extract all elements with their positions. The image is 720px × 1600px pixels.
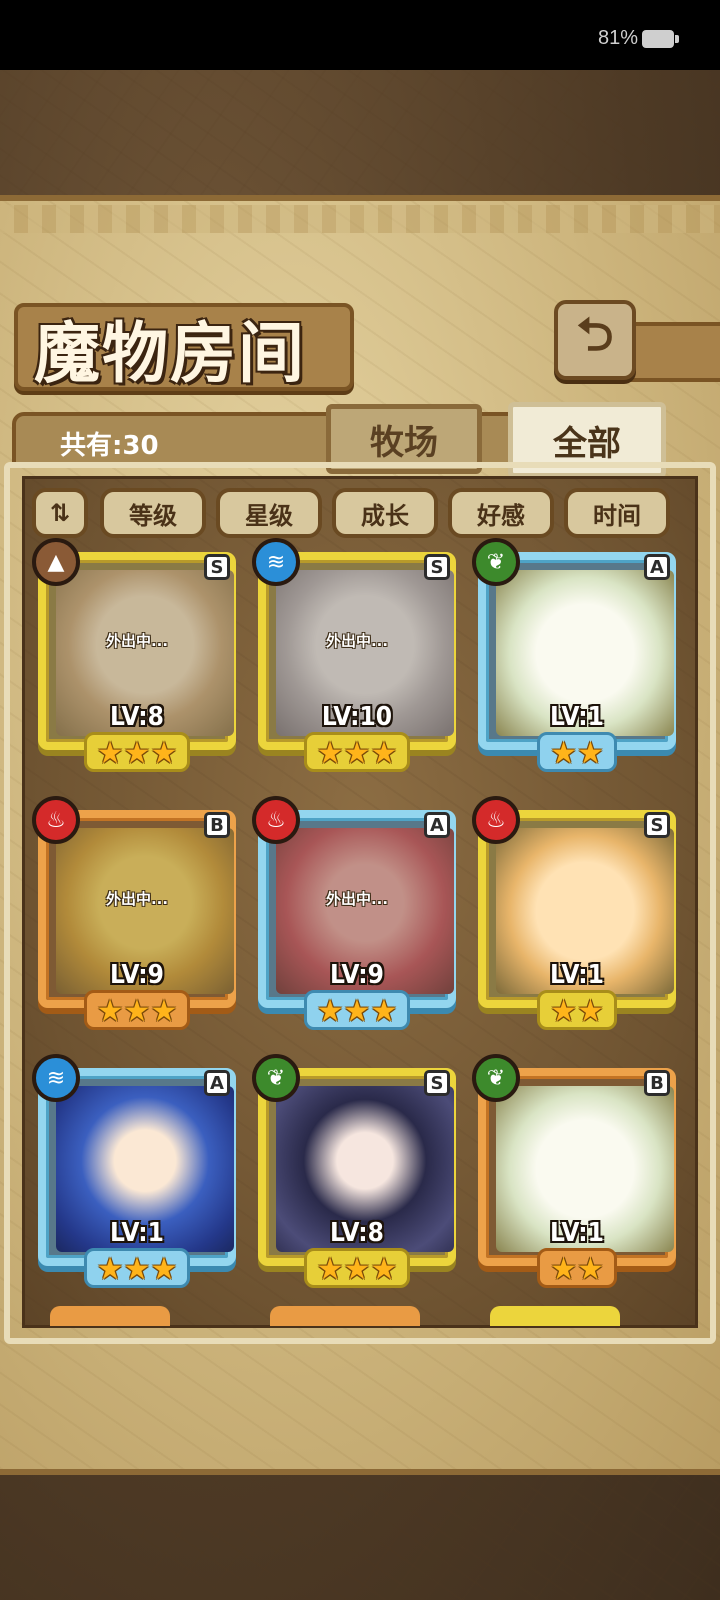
star-icon: ★: [370, 994, 398, 1029]
back-arrow-icon: ⮌: [576, 307, 614, 361]
rank-badge: S: [424, 1070, 450, 1096]
star-icon: ★: [150, 994, 178, 1029]
level-label: LV:9: [330, 960, 384, 990]
level-label: LV:1: [550, 702, 604, 732]
star-rating: ★ ★ ★: [258, 732, 456, 772]
rank-badge: B: [204, 812, 230, 838]
monster-card[interactable]: 外出中... LV:9 A ♨ ★ ★ ★: [252, 796, 456, 1030]
fire-element-icon: ♨: [32, 796, 80, 844]
star-icon: ★: [550, 994, 577, 1029]
back-button[interactable]: ⮌: [554, 300, 636, 380]
star-icon: ★: [123, 736, 151, 771]
star-icon: ★: [370, 1252, 398, 1287]
sort-affection-button[interactable]: 好感: [448, 488, 554, 538]
status-label: 外出中...: [325, 890, 389, 908]
monster-count: 共有:30: [60, 431, 159, 461]
level-label: LV:10: [321, 702, 393, 732]
star-icon: ★: [150, 1252, 178, 1287]
star-icon: ★: [150, 736, 178, 771]
rank-badge: A: [424, 812, 450, 838]
sort-star-button[interactable]: 星级: [216, 488, 322, 538]
wood-element-icon: ❦: [472, 1054, 520, 1102]
fire-element-icon: ♨: [472, 796, 520, 844]
status-label: 外出中...: [105, 890, 169, 908]
star-icon: ★: [343, 994, 371, 1029]
level-label: LV:1: [550, 1218, 604, 1248]
monster-card[interactable]: 外出中... LV:9 B ♨ ★ ★ ★: [32, 796, 236, 1030]
star-icon: ★: [96, 1252, 124, 1287]
wood-element-icon: ❦: [472, 538, 520, 586]
sort-order-icon: ⇅: [49, 499, 71, 527]
monster-card[interactable]: LV:1 A ≋ ★ ★ ★: [32, 1054, 236, 1288]
star-rating: ★ ★ ★: [38, 990, 236, 1030]
monster-card[interactable]: LV:8 S ❦ ★ ★ ★: [252, 1054, 456, 1288]
fire-element-icon: ♨: [252, 796, 300, 844]
status-label: 外出中...: [325, 632, 389, 650]
water-element-icon: ≋: [32, 1054, 80, 1102]
level-label: LV:9: [110, 960, 164, 990]
rank-badge: A: [204, 1070, 230, 1096]
star-rating: ★ ★: [478, 732, 676, 772]
star-icon: ★: [123, 994, 151, 1029]
level-label: LV:8: [330, 1218, 384, 1248]
monster-card[interactable]: 外出中... LV:8 S ▲ ★ ★ ★: [32, 538, 236, 772]
level-label: LV:8: [110, 702, 164, 732]
star-icon: ★: [343, 1252, 371, 1287]
star-icon: ★: [577, 736, 604, 771]
star-icon: ★: [550, 1252, 577, 1287]
star-icon: ★: [316, 994, 344, 1029]
battery-icon: [642, 30, 679, 48]
battery-percent: 81%: [597, 27, 638, 49]
star-icon: ★: [550, 736, 577, 771]
page-title: 魔物房间: [34, 314, 306, 392]
earth-element-icon: ▲: [32, 538, 80, 586]
rank-badge: A: [644, 554, 670, 580]
rank-badge: B: [644, 1070, 670, 1096]
star-icon: ★: [577, 994, 604, 1029]
status-label: 外出中...: [105, 632, 169, 650]
star-icon: ★: [577, 1252, 604, 1287]
rank-badge: S: [204, 554, 230, 580]
star-rating: ★ ★ ★: [38, 1248, 236, 1288]
level-label: LV:1: [550, 960, 604, 990]
partial-card: [490, 1306, 620, 1326]
monster-card[interactable]: LV:1 A ❦ ★ ★: [472, 538, 676, 772]
status-bar: 81%: [0, 0, 720, 70]
star-icon: ★: [123, 1252, 151, 1287]
sort-growth-button[interactable]: 成长: [332, 488, 438, 538]
sort-level-button[interactable]: 等级: [100, 488, 206, 538]
star-rating: ★ ★: [478, 1248, 676, 1288]
star-icon: ★: [316, 736, 344, 771]
star-icon: ★: [96, 736, 124, 771]
monster-card[interactable]: LV:1 S ♨ ★ ★: [472, 796, 676, 1030]
monster-card[interactable]: LV:1 B ❦ ★ ★: [472, 1054, 676, 1288]
partial-card: [50, 1306, 170, 1326]
monster-card[interactable]: 外出中... LV:10 S ≋ ★ ★ ★: [252, 538, 456, 772]
star-rating: ★ ★: [478, 990, 676, 1030]
partial-card: [270, 1306, 420, 1326]
star-rating: ★ ★ ★: [258, 1248, 456, 1288]
star-rating: ★ ★ ★: [258, 990, 456, 1030]
wood-element-icon: ❦: [252, 1054, 300, 1102]
star-icon: ★: [96, 994, 124, 1029]
back-bar: [630, 322, 720, 382]
rank-badge: S: [644, 812, 670, 838]
level-label: LV:1: [110, 1218, 164, 1248]
star-icon: ★: [370, 736, 398, 771]
star-icon: ★: [343, 736, 371, 771]
water-element-icon: ≋: [252, 538, 300, 586]
star-rating: ★ ★ ★: [38, 732, 236, 772]
sort-time-button[interactable]: 时间: [564, 488, 670, 538]
rank-badge: S: [424, 554, 450, 580]
sort-order-toggle[interactable]: ⇅: [32, 488, 88, 538]
star-icon: ★: [316, 1252, 344, 1287]
